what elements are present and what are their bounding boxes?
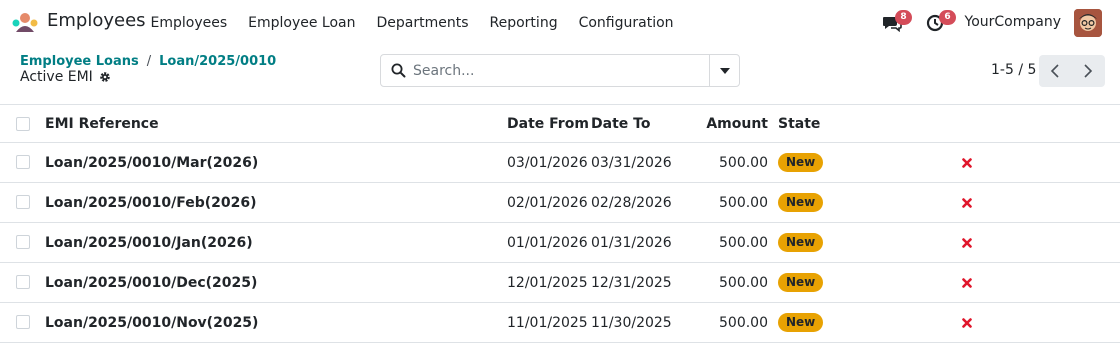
pager-previous-button[interactable] [1039, 55, 1072, 87]
select-all-checkbox[interactable] [16, 117, 30, 131]
header-date-to[interactable]: Date To [591, 105, 650, 142]
menu-employees[interactable]: Employees [140, 0, 238, 46]
pager-next-button[interactable] [1072, 55, 1105, 87]
activities-count-badge: 6 [939, 10, 956, 25]
status-badge: New [778, 153, 824, 172]
search-options-toggle[interactable] [709, 55, 739, 86]
user-avatar[interactable] [1074, 9, 1102, 37]
cell-state: New [778, 183, 824, 222]
cell-state: New [778, 303, 824, 342]
cell-date-from: 12/01/2025 [507, 274, 588, 291]
messages-count-badge: 8 [895, 10, 912, 25]
menu-reporting[interactable]: Reporting [479, 0, 568, 46]
close-icon [962, 277, 972, 288]
delete-button[interactable] [962, 223, 972, 262]
row-checkbox[interactable] [16, 275, 30, 289]
row-checkbox[interactable] [16, 195, 30, 209]
table-row[interactable]: Loan/2025/0010/Nov(2025) 11/01/2025 11/30/… [0, 303, 1120, 343]
table-row[interactable]: Loan/2025/0010/Jan(2026) 01/01/2026 01/31/… [0, 223, 1120, 263]
status-badge: New [778, 193, 824, 212]
menu-employee-loan[interactable]: Employee Loan [238, 0, 366, 46]
cell-date-to: 03/31/2026 [591, 154, 672, 171]
table-row[interactable]: Loan/2025/0010/Mar(2026) 03/01/2026 03/31/… [0, 143, 1120, 183]
delete-button[interactable] [962, 183, 972, 222]
table-header: EMI Reference Date From Date To Amount S… [0, 104, 1120, 143]
caret-down-icon [720, 68, 730, 74]
table-body: Loan/2025/0010/Mar(2026) 03/01/2026 03/31/… [0, 143, 1120, 343]
cell-date-from: 03/01/2026 [507, 154, 588, 171]
cell-date-to: 12/31/2025 [591, 274, 672, 291]
breadcrumb-loan[interactable]: Loan/2025/0010 [159, 54, 276, 69]
cell-state: New [778, 263, 824, 302]
menu-configuration[interactable]: Configuration [568, 0, 684, 46]
close-icon [962, 157, 972, 168]
cell-amount: 500.00 [719, 194, 768, 211]
menu-departments[interactable]: Departments [366, 0, 479, 46]
breadcrumb-separator: / [146, 54, 152, 69]
header-emi-reference[interactable]: EMI Reference [45, 105, 159, 142]
row-checkbox[interactable] [16, 315, 30, 329]
cell-date-from: 01/01/2026 [507, 234, 588, 251]
employees-app-icon[interactable] [11, 11, 39, 35]
messages-button[interactable]: 8 [880, 9, 912, 37]
pager-value[interactable]: 1-5 / 5 [991, 62, 1036, 78]
cell-date-from: 02/01/2026 [507, 194, 588, 211]
main-menu: Employees Employee Loan Departments Repo… [140, 0, 684, 46]
table-row[interactable]: Loan/2025/0010/Dec(2025) 12/01/2025 12/31/… [0, 263, 1120, 303]
emi-list-table: EMI Reference Date From Date To Amount S… [0, 104, 1120, 343]
chevron-right-icon [1084, 64, 1093, 78]
row-checkbox[interactable] [16, 155, 30, 169]
cell-date-to: 01/31/2026 [591, 234, 672, 251]
cell-state: New [778, 143, 824, 182]
breadcrumb: Employee Loans / Loan/2025/0010 [20, 54, 276, 69]
row-checkbox[interactable] [16, 235, 30, 249]
cell-emi-reference: Loan/2025/0010/Jan(2026) [45, 234, 253, 251]
close-icon [962, 237, 972, 248]
activities-button[interactable]: 6 [924, 9, 956, 37]
cell-state: New [778, 223, 824, 262]
cell-date-from: 11/01/2025 [507, 314, 588, 331]
breadcrumb-employee-loans[interactable]: Employee Loans [20, 54, 139, 69]
search-icon [391, 63, 406, 78]
app-title[interactable]: Employees [47, 10, 146, 31]
top-navbar: Employees Employees Employee Loan Depart… [0, 0, 1120, 46]
status-badge: New [778, 273, 824, 292]
cell-emi-reference: Loan/2025/0010/Feb(2026) [45, 194, 257, 211]
page-title: Active EMI [20, 69, 111, 85]
page-title-text: Active EMI [20, 69, 93, 85]
close-icon [962, 317, 972, 328]
cell-emi-reference: Loan/2025/0010/Mar(2026) [45, 154, 259, 171]
gear-icon[interactable] [99, 71, 111, 83]
delete-button[interactable] [962, 303, 972, 342]
cell-date-to: 11/30/2025 [591, 314, 672, 331]
header-amount[interactable]: Amount [700, 105, 768, 142]
search-bar [380, 54, 740, 87]
chevron-left-icon [1050, 64, 1059, 78]
header-date-from[interactable]: Date From [507, 105, 589, 142]
table-row[interactable]: Loan/2025/0010/Feb(2026) 02/01/2026 02/28/… [0, 183, 1120, 223]
close-icon [962, 197, 972, 208]
cell-emi-reference: Loan/2025/0010/Dec(2025) [45, 274, 258, 291]
cell-amount: 500.00 [719, 274, 768, 291]
search-input[interactable] [413, 61, 703, 81]
cell-amount: 500.00 [719, 154, 768, 171]
status-badge: New [778, 233, 824, 252]
delete-button[interactable] [962, 143, 972, 182]
cell-amount: 500.00 [719, 314, 768, 331]
cell-emi-reference: Loan/2025/0010/Nov(2025) [45, 314, 259, 331]
company-switcher[interactable]: YourCompany [965, 14, 1062, 30]
cell-date-to: 02/28/2026 [591, 194, 672, 211]
status-badge: New [778, 313, 824, 332]
delete-button[interactable] [962, 263, 972, 302]
header-state[interactable]: State [778, 105, 820, 142]
cell-amount: 500.00 [719, 234, 768, 251]
